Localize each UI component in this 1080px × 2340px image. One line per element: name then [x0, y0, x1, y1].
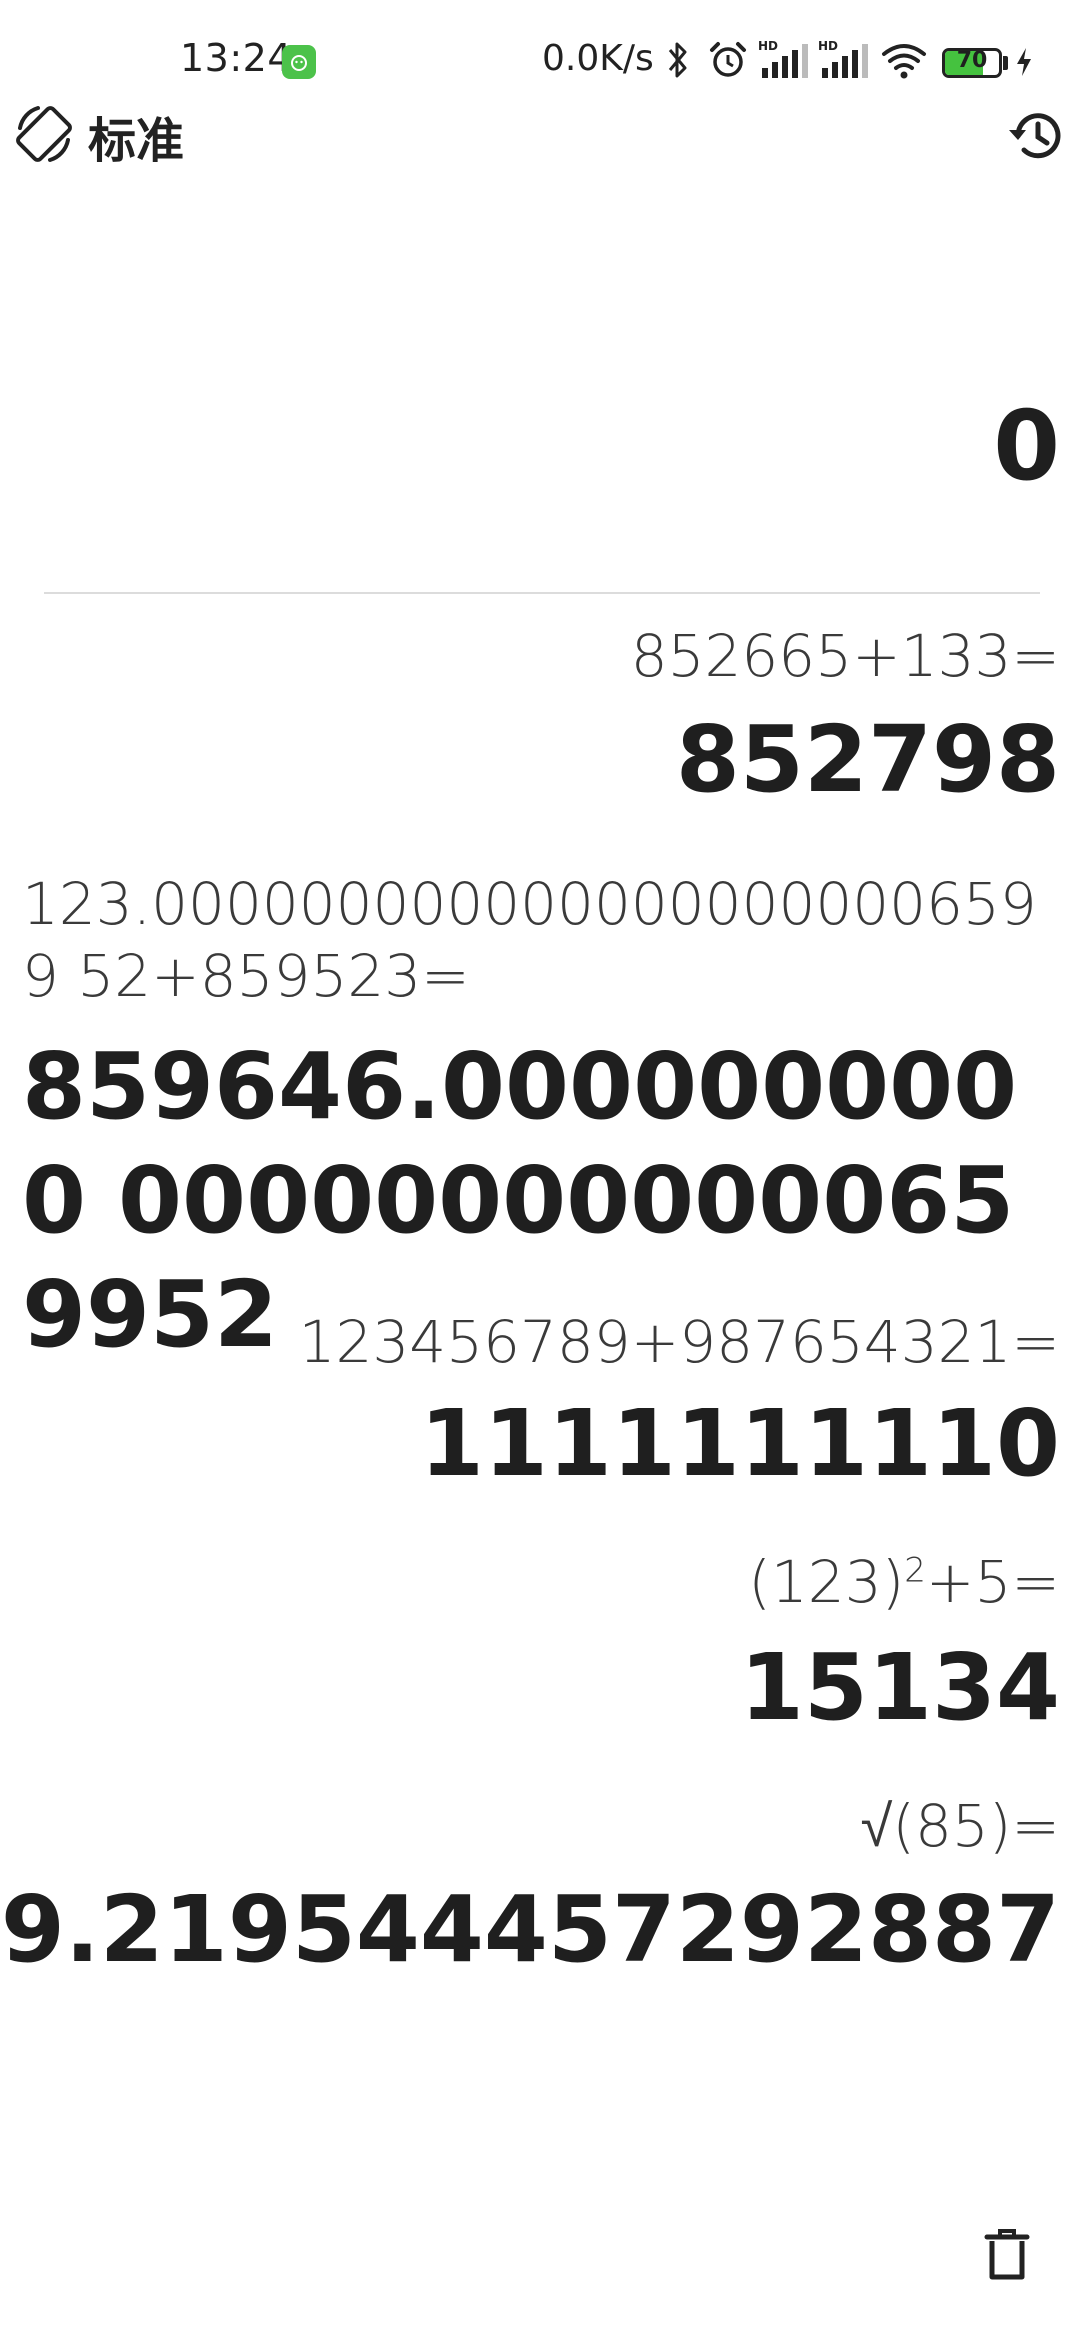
- battery-nub: [1003, 56, 1008, 70]
- expression-tail: +5=: [925, 1548, 1060, 1616]
- mode-label: 标准: [88, 113, 185, 169]
- hd-signal-icon: HD: [818, 38, 870, 86]
- current-value: 0: [993, 390, 1060, 502]
- charging-icon: [1014, 46, 1034, 82]
- history-expression[interactable]: 852665+133=: [631, 622, 1060, 690]
- battery-icon: 70: [942, 48, 1002, 78]
- mode-toggle[interactable]: 标准: [8, 96, 184, 176]
- trash-icon: [984, 2229, 1030, 2280]
- history-button[interactable]: [1000, 100, 1072, 172]
- history-icon: [1009, 113, 1061, 159]
- clear-history-button[interactable]: [972, 2220, 1042, 2290]
- svg-text:HD: HD: [818, 39, 838, 53]
- alarm-icon: [706, 38, 750, 86]
- svg-text:HD: HD: [758, 39, 778, 53]
- history-expression[interactable]: 123.0000000000000000000006599 52+859523=: [22, 868, 1062, 1012]
- history-result[interactable]: 15134: [740, 1634, 1060, 1741]
- history-result[interactable]: 1111111110: [420, 1390, 1060, 1497]
- battery-level: 70: [956, 48, 988, 73]
- network-speed: 0.0K/s: [542, 38, 654, 79]
- history-expression[interactable]: √(85)=: [861, 1792, 1061, 1860]
- expression-exponent: 2: [904, 1550, 926, 1591]
- expression-base: (123): [748, 1548, 905, 1616]
- divider: [44, 592, 1040, 594]
- hd-signal-icon: HD: [758, 38, 810, 86]
- notification-app-icon: [282, 45, 316, 79]
- rotate-screen-icon: [8, 98, 80, 174]
- wifi-icon: [880, 38, 928, 86]
- status-time: 13:24: [180, 36, 293, 80]
- history-result[interactable]: 852798: [676, 706, 1060, 813]
- history-expression[interactable]: (123)2+5=: [748, 1548, 1060, 1616]
- bluetooth-icon: [665, 38, 691, 86]
- history-result[interactable]: 9.219544457292887: [1, 1876, 1060, 1983]
- history-expression[interactable]: 123456789+987654321=: [299, 1308, 1060, 1376]
